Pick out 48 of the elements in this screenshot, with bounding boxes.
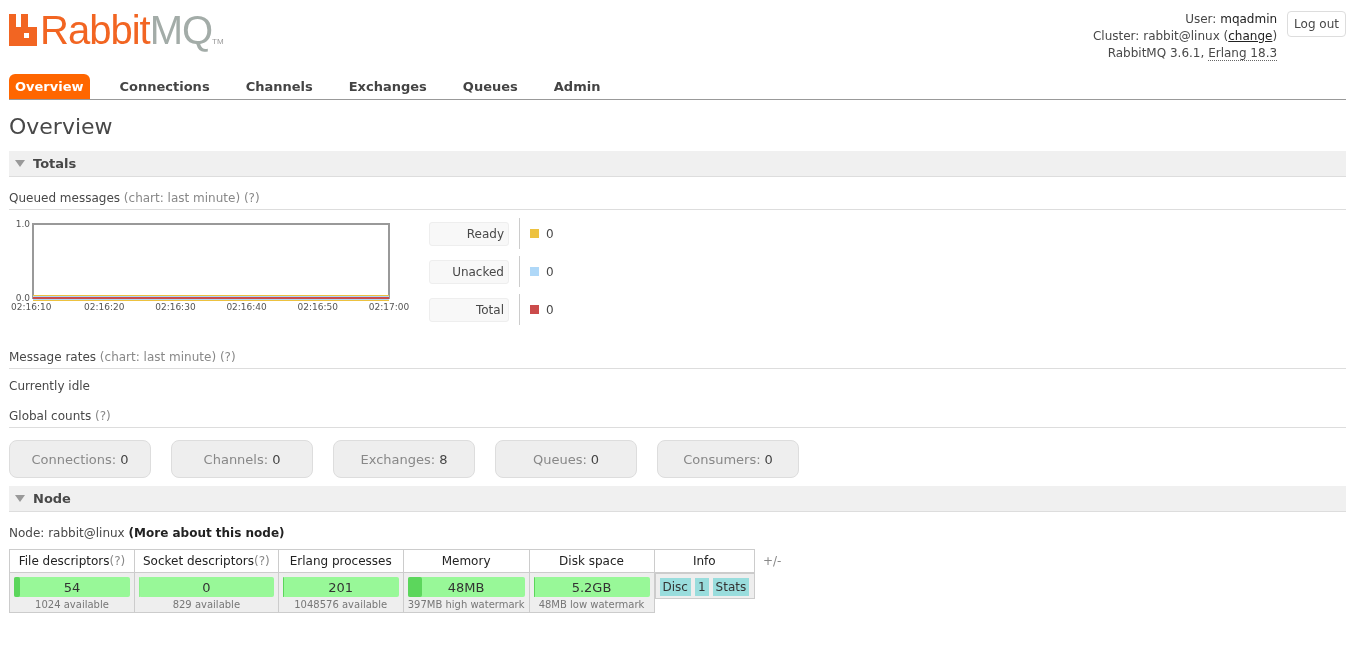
stat-note: 48MB low watermark (537, 599, 646, 610)
column-header: Info (654, 549, 755, 573)
paren-text: ) (1272, 29, 1278, 43)
paren-text: ( (1223, 29, 1229, 43)
y-tick-label: 0.0 (15, 293, 31, 303)
stat-note: 1048576 available (293, 599, 389, 610)
column-header: Disk space (529, 549, 654, 573)
erlang-version: Erlang 18.3 (1208, 46, 1278, 61)
column-header: Erlang processes (278, 549, 404, 573)
subheading: Queued messages (chart: last minute) (9, 191, 241, 205)
column-header: Memory (403, 549, 529, 573)
stat-note: 829 available (171, 599, 242, 610)
legend-value: 0 (546, 264, 554, 279)
legend-label: Unacked (429, 259, 509, 284)
progress-bar: 48MB (407, 577, 525, 597)
cluster-label: Cluster: rabbit@linux (1092, 29, 1221, 43)
stat-note: 1024 available (34, 599, 110, 610)
info-tag: Disc (659, 578, 691, 596)
x-tick-label: 02:16:40 (226, 302, 268, 312)
x-tick-label: 02:17:00 (368, 302, 410, 312)
info-tag: 1 (694, 578, 709, 596)
progress-bar: 201 (282, 577, 399, 597)
x-tick-label: 02:16:50 (297, 302, 339, 312)
section-title: Totals (33, 156, 77, 171)
page-title: Overview (9, 114, 114, 139)
progress-bar: 54 (14, 577, 130, 597)
legend-label: Total (429, 297, 509, 322)
legend-value: 0 (546, 302, 554, 317)
user-label: User: mqadmin (1184, 11, 1278, 28)
progress-bar: 5.2GB (533, 577, 650, 597)
legend-value: 0 (546, 226, 554, 241)
subheading: Message rates (chart: last minute) (9, 350, 217, 364)
legend-label: Ready (429, 221, 509, 246)
column-header: Socket descriptors(?) (134, 549, 279, 573)
info-tag: Stats (712, 578, 750, 596)
column-header: File descriptors(?) (9, 549, 135, 573)
x-tick-label: 02:16:20 (83, 302, 125, 312)
status-text: Currently idle (9, 379, 91, 393)
x-tick-label: 02:16:10 (11, 302, 52, 312)
version-text: RabbitMQ 3.6.1, (1107, 46, 1206, 60)
section-title: Node (33, 491, 71, 506)
y-tick-label: 1.0 (15, 219, 31, 229)
logo-text: RabbitMQTM (40, 12, 224, 54)
progress-bar: 0 (139, 577, 274, 597)
node-label: Node: rabbit@linux (9, 526, 125, 540)
subheading: Global counts (9, 409, 92, 423)
x-tick-label: 02:16:30 (155, 302, 196, 312)
stat-note: 397MB high watermark (407, 599, 525, 610)
